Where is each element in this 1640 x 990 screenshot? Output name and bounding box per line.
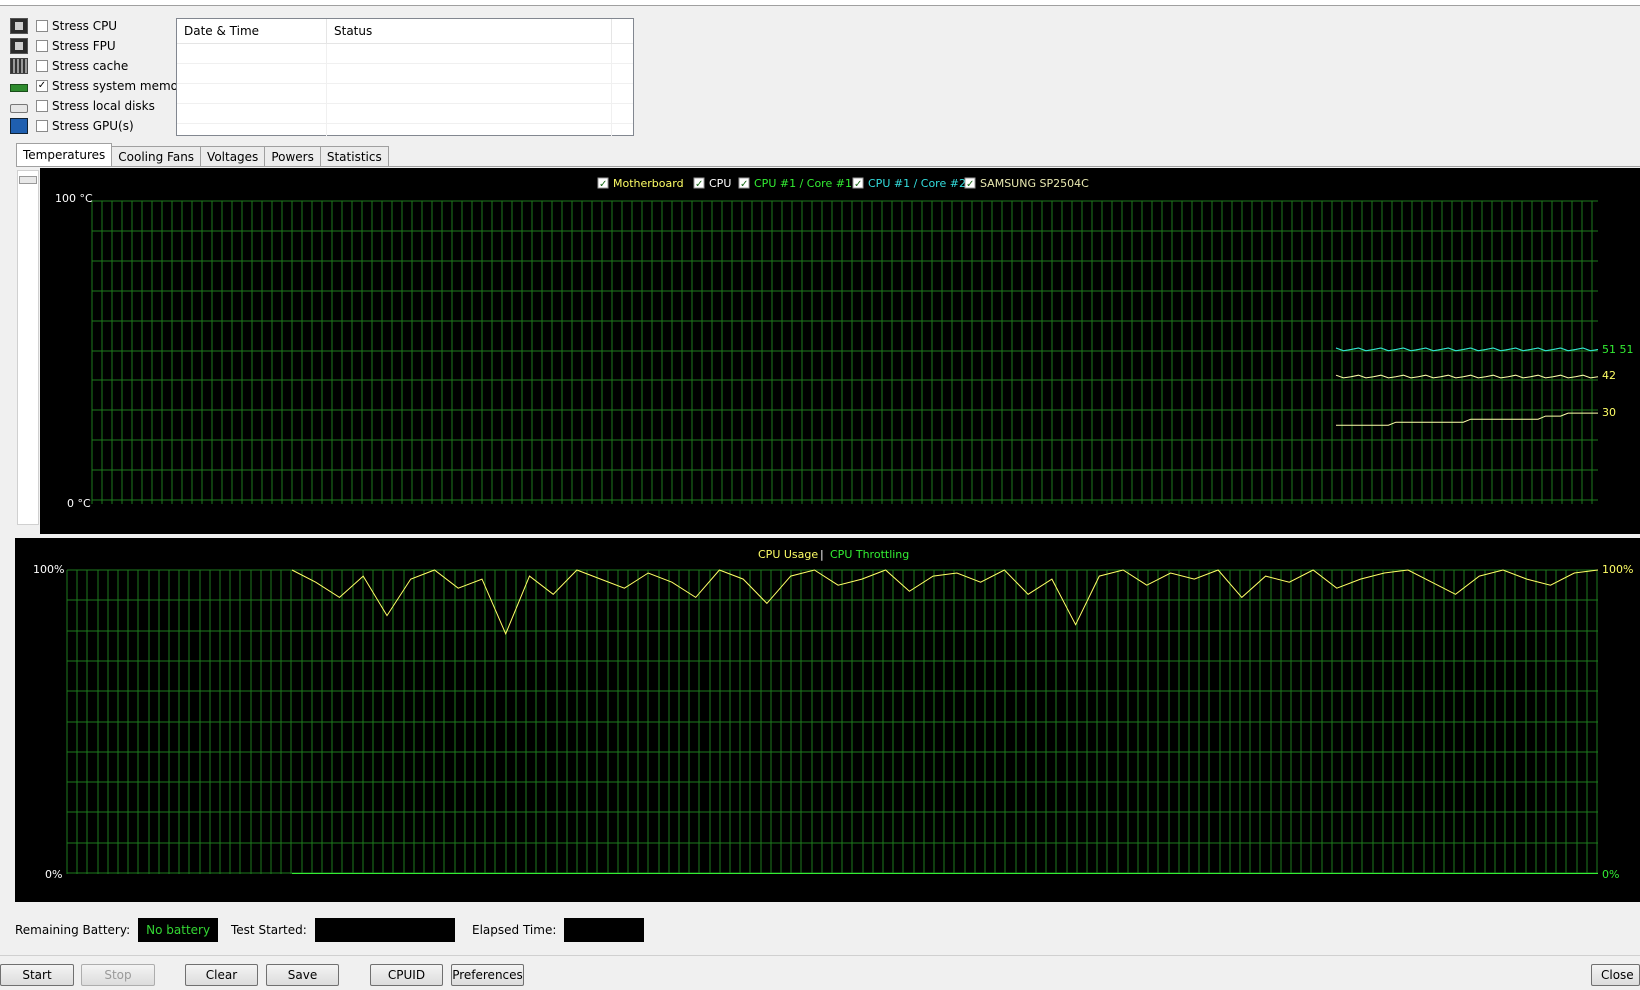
legend-check-mark: ✓ bbox=[966, 179, 974, 190]
temperature-series-line bbox=[1336, 412, 1598, 426]
memory-module-icon bbox=[10, 84, 28, 92]
tab-cooling-fans[interactable]: Cooling Fans bbox=[111, 146, 202, 166]
cpu-throttling-title: CPU Throttling bbox=[830, 548, 909, 561]
stress-option-stress-system-memory[interactable]: ✓ Stress system memory bbox=[10, 76, 190, 96]
window-top-edge bbox=[0, 0, 1640, 6]
end-value-cpu: 42 bbox=[1602, 369, 1616, 382]
temperature-scrollbar[interactable] bbox=[17, 170, 39, 525]
legend-check-mark: ✓ bbox=[599, 179, 607, 190]
legend-label[interactable]: CPU #1 / Core #1 bbox=[754, 177, 852, 190]
temperature-series-line bbox=[1335, 347, 1599, 352]
button-bar-divider bbox=[0, 955, 1640, 956]
legend-label[interactable]: SAMSUNG SP2504C bbox=[980, 177, 1089, 190]
stress-option-stress-local-disks[interactable]: Stress local disks bbox=[10, 96, 155, 116]
cpu-usage-line bbox=[291, 569, 1599, 636]
stress-checkbox[interactable] bbox=[36, 100, 48, 112]
tab-voltages[interactable]: Voltages bbox=[200, 146, 266, 166]
stress-checkbox[interactable] bbox=[36, 60, 48, 72]
cpu-usage-chart: CPU Usage | CPU Throttling 100% 0% 100% … bbox=[15, 538, 1640, 902]
stress-option-label[interactable]: Stress system memory bbox=[52, 79, 190, 93]
fpu-chip-icon bbox=[10, 38, 28, 54]
temperature-legend: ✓ Motherboard ✓ CPU ✓ CPU #1 / Core #1 ✓ CPU #1… bbox=[597, 177, 1089, 190]
stress-option-stress-cpu[interactable]: Stress CPU bbox=[10, 16, 117, 36]
elapsed-time-value bbox=[564, 918, 645, 942]
elapsed-time: Elapsed Time: bbox=[472, 918, 645, 942]
usage-grid bbox=[66, 569, 1598, 874]
tab-temperatures[interactable]: Temperatures bbox=[16, 143, 113, 166]
cache-chip-icon bbox=[10, 58, 28, 74]
stress-option-stress-fpu[interactable]: Stress FPU bbox=[10, 36, 116, 56]
clear-button[interactable]: Clear bbox=[185, 964, 258, 986]
column-status[interactable]: Status bbox=[327, 19, 612, 43]
table-row bbox=[177, 44, 633, 64]
usage-y-bottom-label: 0% bbox=[45, 868, 62, 881]
test-started-label: Test Started: bbox=[231, 923, 307, 937]
temperature-series-line bbox=[1335, 374, 1599, 379]
end-value-motherboard: 30 bbox=[1602, 406, 1616, 419]
test-started-value bbox=[314, 918, 455, 942]
log-table[interactable]: Date & Time Status bbox=[176, 18, 634, 143]
battery-label: Remaining Battery: bbox=[15, 923, 131, 937]
usage-y-top-label: 100% bbox=[33, 563, 64, 576]
stress-checkbox[interactable]: ✓ bbox=[36, 80, 48, 92]
legend-label[interactable]: CPU bbox=[709, 177, 731, 190]
tab-divider bbox=[16, 166, 1640, 167]
stress-option-stress-cache[interactable]: Stress cache bbox=[10, 56, 128, 76]
table-row bbox=[177, 84, 633, 104]
table-row bbox=[177, 64, 633, 84]
y-axis-bottom-label: 0 °C bbox=[67, 497, 91, 510]
end-value-cores: 51 51 bbox=[1602, 343, 1634, 356]
title-separator: | bbox=[820, 548, 824, 561]
stress-checkbox[interactable] bbox=[36, 40, 48, 52]
stress-option-label[interactable]: Stress cache bbox=[52, 59, 128, 73]
stress-option-label[interactable]: Stress CPU bbox=[52, 19, 117, 33]
legend-label[interactable]: CPU #1 / Core #2 bbox=[868, 177, 966, 190]
battery-value: No battery bbox=[138, 918, 219, 942]
stress-checkbox[interactable] bbox=[36, 120, 48, 132]
tab-statistics[interactable]: Statistics bbox=[319, 146, 389, 166]
cpu-usage-title: CPU Usage bbox=[758, 548, 818, 561]
stress-option-label[interactable]: Stress FPU bbox=[52, 39, 116, 53]
close-button[interactable]: Close bbox=[1591, 964, 1640, 986]
usage-right-bottom-label: 0% bbox=[1602, 868, 1619, 881]
table-row bbox=[177, 124, 633, 143]
stress-checkbox[interactable] bbox=[36, 20, 48, 32]
y-axis-top-label: 100 °C bbox=[55, 192, 93, 205]
tab-powers[interactable]: Powers bbox=[264, 146, 321, 166]
legend-check-mark: ✓ bbox=[740, 179, 748, 190]
stop-button[interactable]: Stop bbox=[81, 964, 155, 986]
log-table-header: Date & Time Status bbox=[177, 19, 633, 44]
test-started: Test Started: bbox=[231, 918, 455, 942]
gpu-monitor-icon bbox=[10, 118, 28, 134]
legend-check-mark: ✓ bbox=[695, 179, 703, 190]
preferences-button[interactable]: Preferences bbox=[451, 964, 524, 986]
battery-status: Remaining Battery: No battery bbox=[15, 918, 219, 942]
stress-option-stress-gpu-s[interactable]: Stress GPU(s) bbox=[10, 116, 134, 136]
usage-right-top-label: 100% bbox=[1602, 563, 1633, 576]
stress-option-label[interactable]: Stress local disks bbox=[52, 99, 155, 113]
scrollbar-thumb[interactable] bbox=[19, 176, 37, 184]
table-row bbox=[177, 104, 633, 124]
legend-label[interactable]: Motherboard bbox=[613, 177, 684, 190]
legend-check-mark: ✓ bbox=[854, 179, 862, 190]
temperature-grid bbox=[91, 200, 1598, 504]
sensor-tabs: Temperatures Cooling Fans Voltages Power… bbox=[16, 143, 389, 166]
start-button[interactable]: Start bbox=[0, 964, 74, 986]
cpu-chip-icon bbox=[10, 18, 28, 34]
temperature-chart: ✓ Motherboard ✓ CPU ✓ CPU #1 / Core #1 ✓ CPU #1… bbox=[40, 168, 1640, 534]
hard-disk-icon bbox=[10, 104, 28, 113]
save-button[interactable]: Save bbox=[266, 964, 339, 986]
elapsed-time-label: Elapsed Time: bbox=[472, 923, 557, 937]
cpuid-button[interactable]: CPUID bbox=[370, 964, 443, 986]
column-date-time[interactable]: Date & Time bbox=[177, 19, 327, 43]
stress-option-label[interactable]: Stress GPU(s) bbox=[52, 119, 134, 133]
